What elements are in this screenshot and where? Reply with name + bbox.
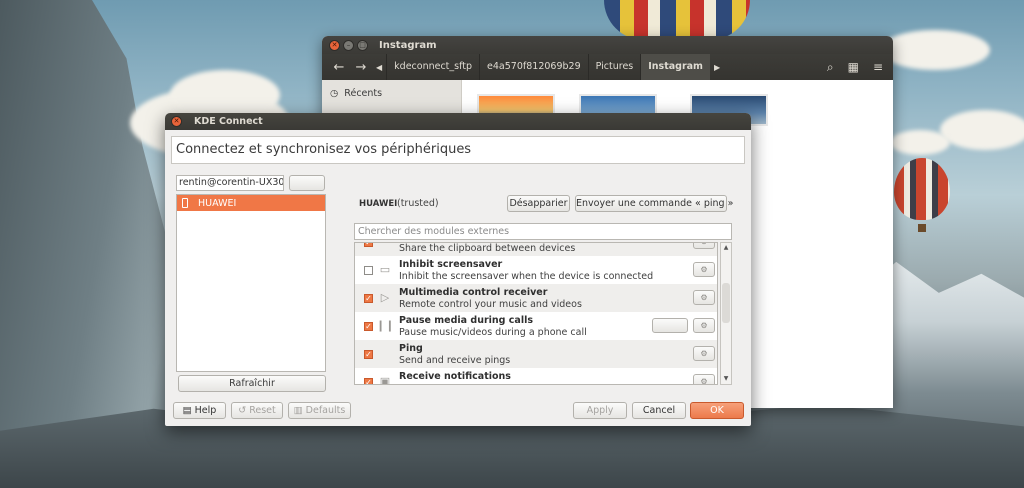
plugin-description: Share the clipboard between devices (399, 243, 576, 254)
plugin-description: Send and receive pings (399, 355, 511, 366)
reset-button[interactable]: ↺ Reset (231, 402, 283, 419)
page-title: Connectez et synchronisez vos périphériq… (171, 136, 745, 164)
ping-button[interactable]: Envoyer une commande « ping » (575, 195, 733, 212)
help-label: Help (194, 405, 217, 416)
ok-button[interactable]: OK (690, 402, 744, 419)
hot-air-balloon (604, 0, 750, 40)
phone-icon (182, 198, 188, 208)
plugin-description: Inhibit the screensaver when the device … (399, 271, 654, 282)
device-name-field[interactable]: rentin@corentin-UX305 (176, 175, 284, 191)
plugin-title: Pause media during calls (399, 315, 533, 326)
hot-air-balloon-small (894, 158, 950, 220)
defaults-label: Defaults (305, 405, 346, 416)
breadcrumb-item[interactable]: e4a570f812069b29 (479, 54, 588, 80)
forward-arrow-icon[interactable]: → (350, 60, 372, 75)
device-label: HUAWEI (198, 197, 237, 209)
breadcrumb-right-icon[interactable]: ▶ (710, 63, 724, 72)
scroll-down-icon[interactable]: ▼ (721, 374, 731, 384)
plugin-title: Inhibit screensaver (399, 259, 503, 270)
plugin-row[interactable]: ✓ ▣ Receive notifications ⚙ (355, 368, 717, 385)
cancel-button[interactable]: Cancel (632, 402, 686, 419)
plugin-row[interactable]: ✓ Share the clipboard between devices ⚙ (355, 243, 717, 256)
window-title: Instagram (379, 39, 437, 51)
configure-icon[interactable]: ⚙ (693, 346, 715, 361)
menu-icon[interactable]: ≡ (873, 60, 883, 75)
help-button[interactable]: ▤ Help (173, 402, 226, 419)
breadcrumb-item-current[interactable]: Instagram (640, 54, 710, 80)
plugin-title: Receive notifications (399, 371, 511, 382)
clock-icon: ◷ (330, 88, 339, 99)
monitor-icon: ▭ (379, 263, 391, 276)
plugin-checkbox[interactable]: ✓ (364, 322, 373, 331)
plugin-search-input[interactable]: Chercher des modules externes (354, 223, 732, 240)
plugin-checkbox[interactable]: ✓ (364, 243, 373, 247)
defaults-icon: ▥ (293, 405, 306, 416)
apply-button[interactable]: Apply (573, 402, 627, 419)
back-arrow-icon[interactable]: ← (328, 60, 350, 75)
reset-icon: ↺ (238, 405, 250, 416)
grid-view-icon[interactable]: ▦ (848, 60, 859, 75)
notification-icon: ▣ (379, 375, 391, 385)
search-icon[interactable]: ⌕ (827, 60, 834, 75)
rename-button[interactable] (289, 175, 325, 191)
sidebar-item-recents[interactable]: ◷ Récents (322, 86, 461, 101)
balloon-basket (918, 224, 926, 232)
plugin-row[interactable]: ✓ ❙❙ Pause media during calls Pause musi… (355, 312, 717, 340)
cloud (940, 110, 1024, 150)
configure-icon[interactable]: ⚙ (693, 262, 715, 277)
scrollbar-thumb[interactable] (722, 283, 730, 323)
configure-icon[interactable]: ⚙ (693, 318, 715, 333)
close-icon[interactable]: ✕ (329, 39, 340, 51)
reset-label: Reset (249, 405, 276, 416)
plugin-checkbox[interactable]: ✓ (364, 294, 373, 303)
plugin-title: Ping (399, 343, 423, 354)
plugin-checkbox[interactable]: ✓ (364, 378, 373, 384)
defaults-button[interactable]: ▥ Defaults (288, 402, 351, 419)
maximize-icon[interactable]: □ (357, 39, 368, 51)
plugin-row[interactable]: ▭ Inhibit screensaver Inhibit the screen… (355, 256, 717, 284)
play-icon: ▷ (380, 291, 390, 304)
unpair-button[interactable]: Désapparier (507, 195, 570, 212)
window-title: KDE Connect (194, 116, 263, 127)
close-icon[interactable]: ✕ (171, 116, 182, 127)
file-manager-toolbar: ← → ◀ kdeconnect_sftp e4a570f812069b29 P… (322, 54, 893, 80)
cloud (880, 30, 990, 70)
plugin-list: ✓ Share the clipboard between devices ⚙ … (354, 242, 718, 385)
pause-icon: ❙❙ (376, 319, 395, 332)
minimize-icon[interactable]: – (343, 39, 354, 51)
plugin-checkbox[interactable] (364, 266, 373, 275)
plugin-description: Remote control your music and videos (399, 299, 582, 310)
breadcrumb-item[interactable]: Pictures (587, 54, 641, 80)
device-name: HUAWEI (359, 199, 398, 209)
device-list-item[interactable]: HUAWEI (177, 195, 325, 211)
plugin-title: Multimedia control receiver (399, 287, 548, 298)
plugin-row[interactable]: ✓ Ping Send and receive pings ⚙ (355, 340, 717, 368)
scroll-up-icon[interactable]: ▲ (721, 243, 731, 253)
configure-icon[interactable]: ⚙ (693, 374, 715, 384)
device-status: (trusted) (397, 198, 439, 209)
plugin-list-scrollbar[interactable]: ▲ ▼ (720, 242, 732, 385)
help-icon: ▤ (182, 405, 195, 416)
configure-icon[interactable]: ⚙ (693, 290, 715, 305)
sidebar-item-label: Récents (344, 88, 383, 99)
refresh-button[interactable]: Rafraîchir (178, 375, 326, 392)
plugin-checkbox[interactable]: ✓ (364, 350, 373, 359)
kde-connect-window: ✕ KDE Connect Connectez et synchronisez … (165, 113, 751, 426)
plugin-settings-button[interactable] (652, 318, 688, 333)
file-manager-titlebar[interactable]: ✕ – □ Instagram (322, 36, 893, 54)
kde-connect-titlebar[interactable]: ✕ KDE Connect (165, 113, 751, 130)
breadcrumb-item[interactable]: kdeconnect_sftp (386, 54, 479, 80)
device-list: HUAWEI (176, 194, 326, 372)
plugin-row[interactable]: ✓ ▷ Multimedia control receiver Remote c… (355, 284, 717, 312)
cloud (890, 130, 950, 155)
plugin-description: Pause music/videos during a phone call (399, 327, 587, 338)
configure-icon[interactable]: ⚙ (693, 243, 715, 249)
breadcrumb-left-icon[interactable]: ◀ (372, 63, 386, 72)
